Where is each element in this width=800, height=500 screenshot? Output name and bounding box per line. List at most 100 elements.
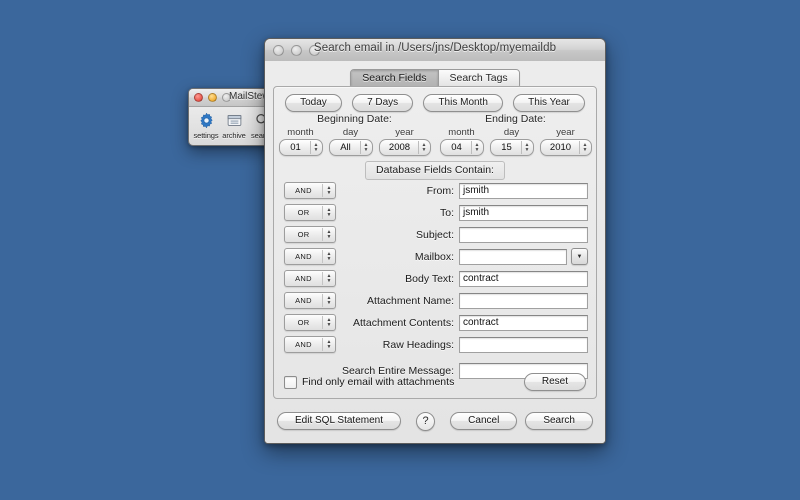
search-button[interactable]: Search [525,412,593,430]
boolean-popup-attachment-contents-value: OR [285,316,322,329]
mailbox-dropdown-button[interactable]: ▼ [571,248,588,265]
boolean-operator-from[interactable]: AND ▲▼ [284,182,336,199]
window-title: Search email in /Users/jns/Desktop/myema… [265,42,605,54]
attachments-only-checkbox[interactable] [284,376,297,389]
attachments-only-label: Find only email with attachments [302,376,454,388]
ending-day-label: day [490,127,534,138]
gear-icon [193,111,219,130]
beginning-day-value: All [330,141,360,154]
panel-footer: Find only email with attachments Reset [284,373,586,391]
cancel-button[interactable]: Cancel [450,412,517,430]
beginning-year-stepper[interactable]: 2008 ▲▼ [379,139,431,156]
boolean-operator-raw-headings[interactable]: AND ▲▼ [284,336,336,353]
boolean-popup-subject-value: OR [285,228,322,241]
palette-close-button[interactable] [194,93,203,102]
beginning-month-field: month 01 ▲▼ [279,127,323,156]
edit-sql-statement-button[interactable]: Edit SQL Statement [277,412,401,430]
search-row-subject: OR ▲▼ Subject: [274,225,596,244]
database-fields-contain-label: Database Fields Contain: [365,161,505,180]
boolean-popup-to-value: OR [285,206,322,219]
chevron-down-icon: ▼ [577,254,583,260]
stepper-arrows-icon[interactable]: ▲▼ [521,141,533,154]
ending-day-stepper[interactable]: 15 ▲▼ [490,139,534,156]
window-titlebar[interactable]: Search email in /Users/jns/Desktop/myema… [265,39,605,62]
boolean-operator-body-text[interactable]: AND ▲▼ [284,270,336,287]
quick-range-this-month[interactable]: This Month [423,94,502,112]
beginning-date-fields: month 01 ▲▼ day All ▲▼ y [274,127,435,156]
ending-month-stepper[interactable]: 04 ▲▼ [440,139,484,156]
attachments-only-checkbox-row[interactable]: Find only email with attachments [284,376,454,389]
help-button[interactable]: ? [416,412,435,431]
boolean-popup-from[interactable]: AND ▲▼ [284,182,336,199]
quick-range-today[interactable]: Today [285,94,342,112]
tab-bar: Search Fields Search Tags [265,68,605,87]
popup-arrows-icon: ▲▼ [322,338,335,351]
popup-arrows-icon: ▲▼ [322,250,335,263]
stepper-arrows-icon[interactable]: ▲▼ [360,141,372,154]
ending-day-value: 15 [491,141,521,154]
ending-year-stepper[interactable]: 2010 ▲▼ [540,139,592,156]
label-raw-headings: Raw Headings: [336,339,459,351]
boolean-popup-mailbox-value: AND [285,250,322,263]
beginning-day-field: day All ▲▼ [329,127,373,156]
stepper-arrows-icon[interactable]: ▲▼ [471,141,483,154]
label-from: From: [336,185,459,197]
boolean-popup-mailbox[interactable]: AND ▲▼ [284,248,336,265]
ending-year-value: 2010 [541,141,579,154]
label-subject: Subject: [336,229,459,241]
boolean-operator-to[interactable]: OR ▲▼ [284,204,336,221]
boolean-operator-attachment-contents[interactable]: OR ▲▼ [284,314,336,331]
search-row-attachment-name: AND ▲▼ Attachment Name: [274,291,596,310]
boolean-popup-raw-headings[interactable]: AND ▲▼ [284,336,336,353]
input-attachment-name[interactable] [459,293,588,309]
ending-month-field: month 04 ▲▼ [440,127,484,156]
input-subject[interactable] [459,227,588,243]
popup-arrows-icon: ▲▼ [322,206,335,219]
toolbar-item-settings[interactable]: settings [193,111,219,140]
beginning-month-value: 01 [280,141,310,154]
boolean-operator-subject[interactable]: OR ▲▼ [284,226,336,243]
ending-year-label: year [540,127,592,138]
toolbar-item-archive[interactable]: archive [221,111,247,140]
input-raw-headings[interactable] [459,337,588,353]
boolean-popup-attachment-name[interactable]: AND ▲▼ [284,292,336,309]
quick-range-7-days[interactable]: 7 Days [352,94,413,112]
reset-button[interactable]: Reset [524,373,586,391]
search-row-raw-headings: AND ▲▼ Raw Headings: [274,335,596,354]
boolean-operator-mailbox[interactable]: AND ▲▼ [284,248,336,265]
label-attachment-contents: Attachment Contents: [336,317,459,329]
ending-date-caption: Ending Date: [435,113,596,125]
boolean-popup-body-text[interactable]: AND ▲▼ [284,270,336,287]
boolean-popup-attachment-contents[interactable]: OR ▲▼ [284,314,336,331]
input-mailbox[interactable] [459,249,567,265]
popup-arrows-icon: ▲▼ [322,184,335,197]
input-body-text[interactable]: contract [459,271,588,287]
boolean-popup-to[interactable]: OR ▲▼ [284,204,336,221]
search-fields-panel: Today 7 Days This Month This Year Beginn… [273,86,597,399]
label-body-text: Body Text: [336,273,459,285]
beginning-year-value: 2008 [380,141,418,154]
quick-range-this-year[interactable]: This Year [513,94,585,112]
stepper-arrows-icon[interactable]: ▲▼ [579,141,591,154]
input-from[interactable]: jsmith [459,183,588,199]
popup-arrows-icon: ▲▼ [322,228,335,241]
boolean-popup-subject[interactable]: OR ▲▼ [284,226,336,243]
search-email-window: Search email in /Users/jns/Desktop/myema… [264,38,606,444]
boolean-popup-attachment-name-value: AND [285,294,322,307]
stepper-arrows-icon[interactable]: ▲▼ [418,141,430,154]
palette-minimize-button[interactable] [208,93,217,102]
label-mailbox: Mailbox: [336,251,459,263]
beginning-date-caption: Beginning Date: [274,113,435,125]
popup-arrows-icon: ▲▼ [322,294,335,307]
stepper-arrows-icon[interactable]: ▲▼ [310,141,322,154]
palette-traffic-lights [194,93,231,102]
beginning-day-stepper[interactable]: All ▲▼ [329,139,373,156]
input-attachment-contents[interactable]: contract [459,315,588,331]
search-field-rows: AND ▲▼ From: jsmith OR ▲▼ To: [274,181,596,383]
ending-year-field: year 2010 ▲▼ [540,127,592,156]
input-to[interactable]: jsmith [459,205,588,221]
toolbar-item-archive-label: archive [221,131,247,140]
beginning-month-stepper[interactable]: 01 ▲▼ [279,139,323,156]
boolean-operator-attachment-name[interactable]: AND ▲▼ [284,292,336,309]
ending-date-fields: month 04 ▲▼ day 15 ▲▼ ye [435,127,596,156]
